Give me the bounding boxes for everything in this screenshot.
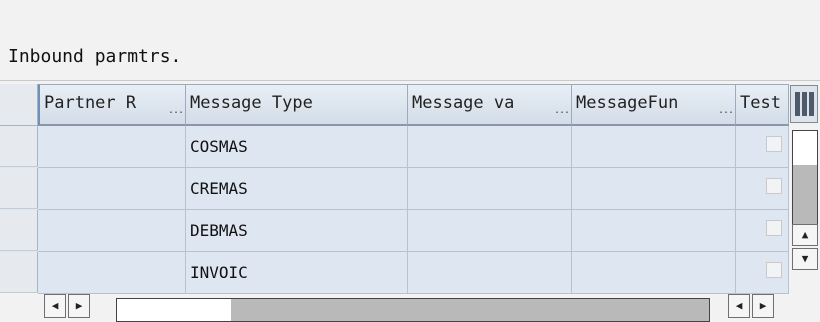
test-checkbox[interactable] — [766, 178, 782, 194]
column-label: Message va — [412, 93, 515, 113]
row-selector[interactable] — [0, 168, 38, 209]
column-header-message-variant[interactable]: Message va ... — [408, 84, 572, 126]
arrow-right-icon[interactable]: ▶ — [68, 294, 90, 318]
table-settings-icon[interactable] — [790, 85, 818, 123]
row-selector[interactable] — [0, 252, 38, 293]
column-header-message-type[interactable]: Message Type — [186, 84, 408, 126]
table-row: INVOIC — [0, 252, 789, 294]
arrow-down-icon[interactable]: ▼ — [792, 248, 818, 270]
table-row: COSMAS — [0, 126, 789, 168]
column-header-partner-role[interactable]: Partner R ... — [38, 84, 186, 126]
row-selector[interactable] — [0, 126, 38, 167]
cell-partner-role[interactable] — [38, 126, 186, 168]
column-label: Message Type — [190, 93, 313, 113]
vertical-scrollbar[interactable]: ▲ ▼ — [789, 84, 820, 292]
table-header: Partner R ... Message Type Message va ..… — [0, 84, 789, 126]
vertical-scroll-thumb[interactable] — [793, 165, 817, 225]
cell-message-variant[interactable] — [408, 168, 572, 210]
column-label: MessageFun — [576, 93, 679, 113]
cell-message-type[interactable]: CREMAS — [186, 168, 408, 210]
arrow-left-icon[interactable]: ◀ — [44, 294, 66, 318]
test-checkbox[interactable] — [766, 262, 782, 278]
column-header-test[interactable]: Test — [736, 84, 789, 126]
cell-message-function[interactable] — [572, 168, 736, 210]
cell-message-function[interactable] — [572, 252, 736, 294]
row-selector[interactable] — [0, 210, 38, 251]
frozen-columns-scrollbar[interactable]: ◀ ▶ — [44, 292, 114, 322]
cell-message-function[interactable] — [572, 210, 736, 252]
horizontal-scroll-track[interactable] — [116, 298, 710, 322]
column-label: Partner R — [44, 93, 137, 113]
arrow-up-icon[interactable]: ▲ — [792, 224, 818, 246]
cell-partner-role[interactable] — [38, 168, 186, 210]
title-divider — [0, 80, 820, 81]
section-title: Inbound parmtrs. — [8, 46, 182, 67]
arrow-left-icon[interactable]: ◀ — [728, 294, 750, 318]
table-row: CREMAS — [0, 168, 789, 210]
horizontal-scrollbar-buttons[interactable]: ◀ ▶ — [728, 292, 788, 322]
horizontal-scroll-thumb[interactable] — [231, 299, 709, 321]
cell-partner-role[interactable] — [38, 210, 186, 252]
arrow-right-icon[interactable]: ▶ — [752, 294, 774, 318]
column-label: Test — [740, 93, 781, 113]
cell-message-function[interactable] — [572, 126, 736, 168]
cell-message-variant[interactable] — [408, 210, 572, 252]
cell-message-type[interactable]: INVOIC — [186, 252, 408, 294]
select-all-rows-button[interactable] — [0, 84, 38, 126]
table-row: DEBMAS — [0, 210, 789, 252]
cell-message-variant[interactable] — [408, 252, 572, 294]
cell-partner-role[interactable] — [38, 252, 186, 294]
test-checkbox[interactable] — [766, 136, 782, 152]
cell-message-variant[interactable] — [408, 126, 572, 168]
vertical-scroll-track[interactable] — [792, 130, 818, 226]
column-header-message-function[interactable]: MessageFun ... — [572, 84, 736, 126]
truncation-indicator: ... — [167, 105, 184, 116]
truncation-indicator: ... — [553, 105, 570, 116]
truncation-indicator: ... — [717, 105, 734, 116]
cell-message-type[interactable]: COSMAS — [186, 126, 408, 168]
test-checkbox[interactable] — [766, 220, 782, 236]
inbound-params-table: Partner R ... Message Type Message va ..… — [0, 84, 789, 294]
cell-message-type[interactable]: DEBMAS — [186, 210, 408, 252]
